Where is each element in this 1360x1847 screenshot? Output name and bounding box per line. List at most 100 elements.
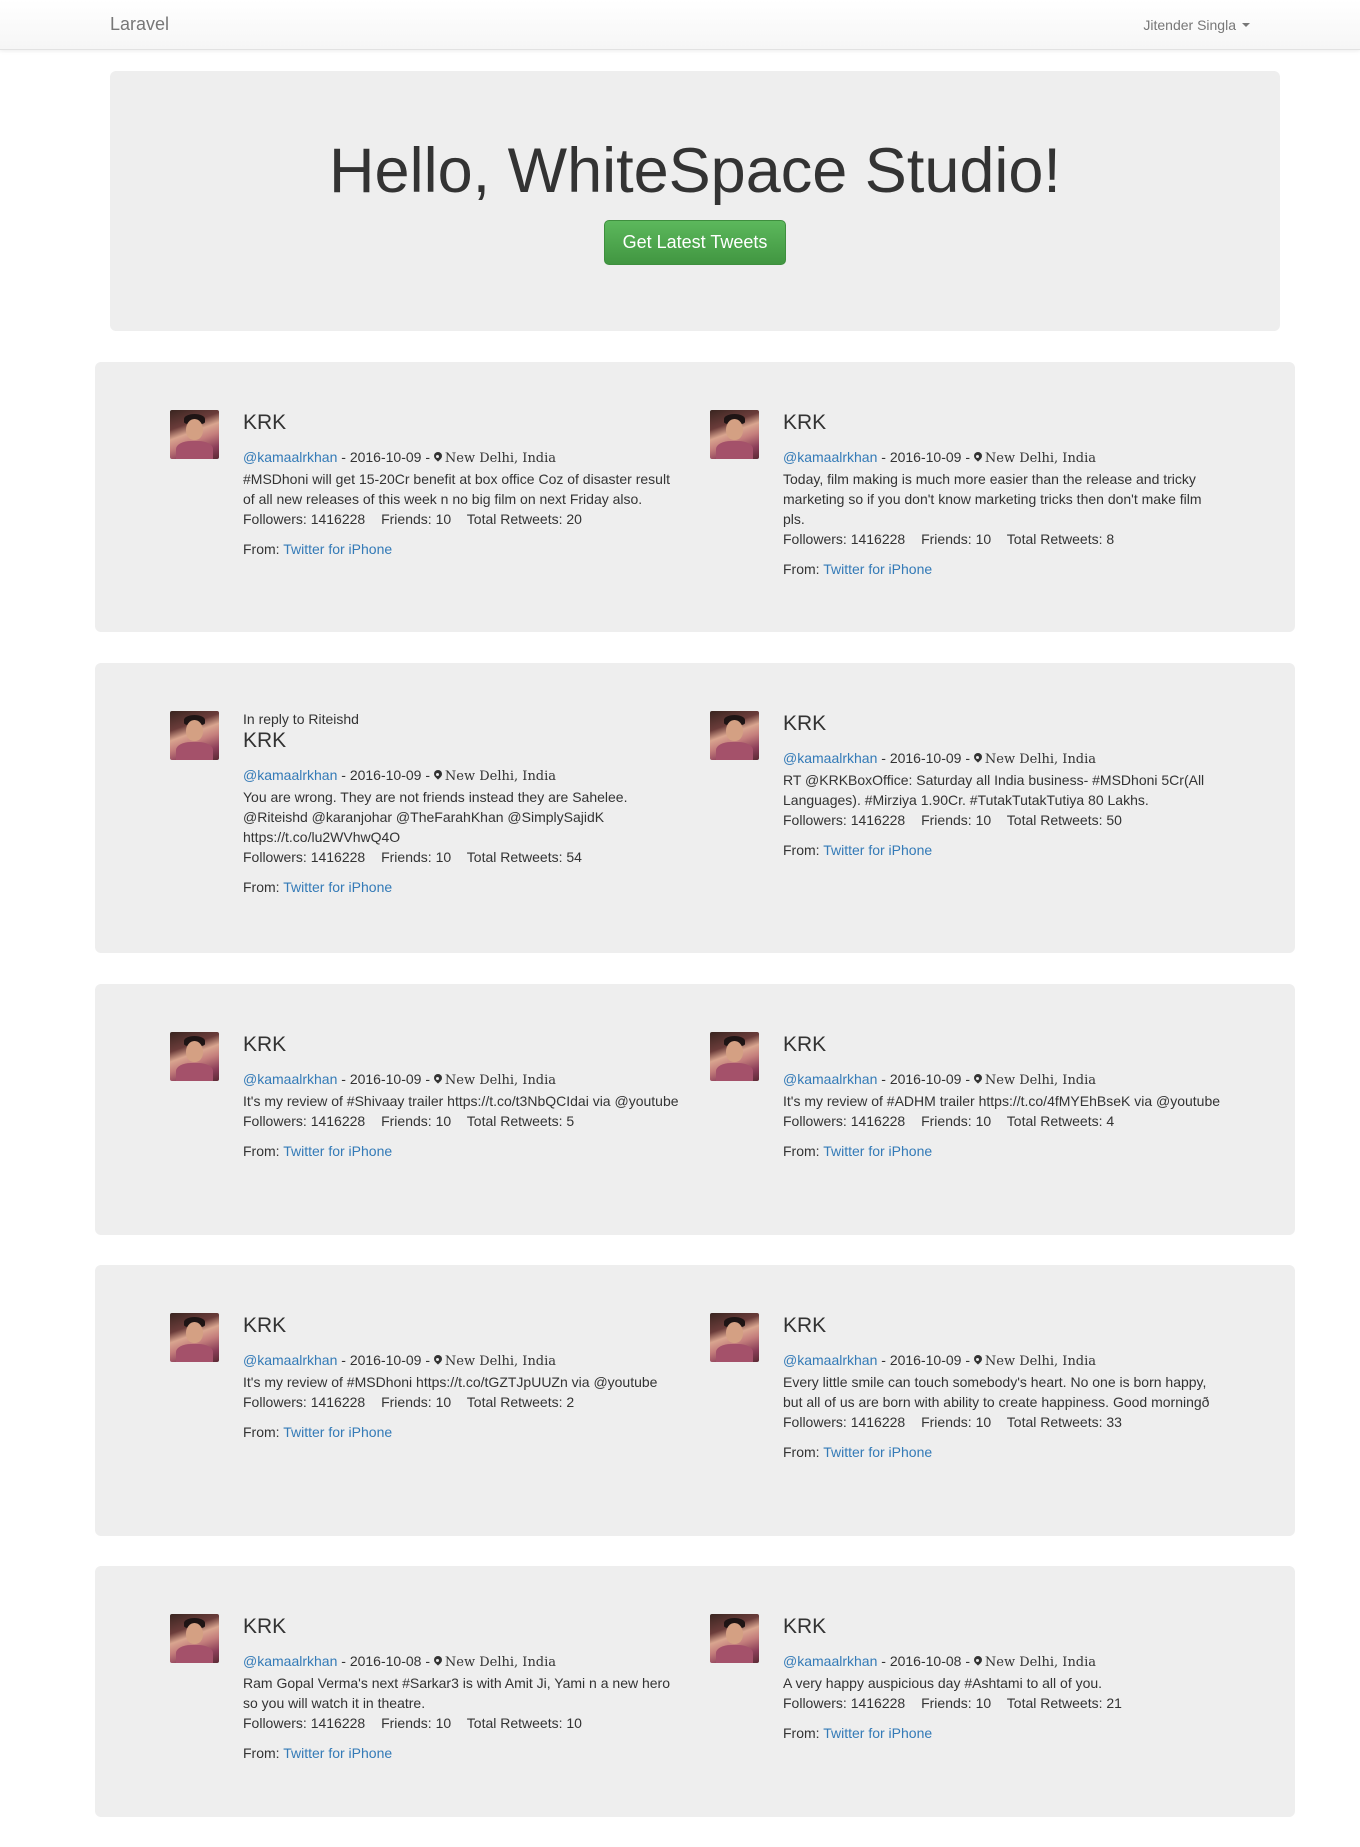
friends-label: Friends: <box>381 511 432 527</box>
source-link[interactable]: Twitter for iPhone <box>823 842 932 858</box>
avatar <box>170 410 219 459</box>
tweet-text: You are wrong. They are not friends inst… <box>243 789 628 845</box>
source-link[interactable]: Twitter for iPhone <box>823 1444 932 1460</box>
friends-label: Friends: <box>381 1394 432 1410</box>
user-name: Jitender Singla <box>1143 17 1236 33</box>
meta-separator: - <box>877 1653 890 1669</box>
source-link[interactable]: Twitter for iPhone <box>283 879 392 895</box>
author-name: KRK <box>783 1615 827 1638</box>
retweets-stat: Total Retweets: 54 <box>467 849 582 865</box>
map-marker-icon <box>434 452 442 463</box>
friends-stat: Friends: 10 <box>921 1414 991 1430</box>
tweet-meta: @kamaalrkhan - 2016-10-08 - New Delhi, I… <box>783 1651 1223 1673</box>
map-marker-icon <box>974 753 982 764</box>
retweets-count: 2 <box>566 1394 575 1410</box>
followers-label: Followers: <box>783 1113 847 1129</box>
meta-separator: - <box>337 1352 350 1368</box>
source-label: From: <box>243 879 280 895</box>
author-handle-link[interactable]: @kamaalrkhan <box>783 750 877 766</box>
source-link[interactable]: Twitter for iPhone <box>283 541 392 557</box>
friends-count: 10 <box>975 1414 992 1430</box>
meta-separator: - <box>961 1352 974 1368</box>
tweet-text: A very happy auspicious day #Ashtami to … <box>783 1675 1103 1691</box>
tweet-meta: @kamaalrkhan - 2016-10-09 - New Delhi, I… <box>243 447 683 469</box>
tweet-row: In reply to Riteishd KRK @kamaalrkhan - … <box>95 663 1295 953</box>
meta-separator: - <box>961 449 974 465</box>
retweets-label: Total Retweets: <box>466 1394 563 1410</box>
map-marker-icon <box>434 770 442 781</box>
retweets-count: 21 <box>1106 1695 1122 1711</box>
retweets-stat: Total Retweets: 10 <box>467 1715 582 1731</box>
source-link[interactable]: Twitter for iPhone <box>283 1745 392 1761</box>
source-link[interactable]: Twitter for iPhone <box>823 1725 932 1741</box>
source-link[interactable]: Twitter for iPhone <box>823 561 932 577</box>
retweets-count: 10 <box>566 1715 582 1731</box>
author-name: KRK <box>243 411 287 434</box>
retweets-label: Total Retweets: <box>1006 1414 1103 1430</box>
tweet-meta: @kamaalrkhan - 2016-10-09 - New Delhi, I… <box>243 1350 683 1372</box>
friends-count: 10 <box>975 812 992 828</box>
friends-label: Friends: <box>921 812 972 828</box>
friends-count: 10 <box>975 1113 992 1129</box>
author-handle-link[interactable]: @kamaalrkhan <box>783 1653 877 1669</box>
retweets-stat: Total Retweets: 8 <box>1007 531 1114 547</box>
friends-label: Friends: <box>921 531 972 547</box>
meta-separator: - <box>421 449 434 465</box>
tweet-source: From: Twitter for iPhone <box>783 840 1223 860</box>
tweet-date: 2016-10-09 <box>889 1352 962 1368</box>
tweet-date: 2016-10-09 <box>349 767 422 783</box>
friends-label: Friends: <box>921 1414 972 1430</box>
tweet-meta: @kamaalrkhan - 2016-10-09 - New Delhi, I… <box>243 765 683 787</box>
tweet-row: KRK @kamaalrkhan - 2016-10-09 - New Delh… <box>95 362 1295 632</box>
meta-separator: - <box>337 1653 350 1669</box>
author-handle-link[interactable]: @kamaalrkhan <box>783 1071 877 1087</box>
retweets-stat: Total Retweets: 21 <box>1007 1695 1122 1711</box>
source-link[interactable]: Twitter for iPhone <box>283 1143 392 1159</box>
tweet-text: RT @KRKBoxOffice: Saturday all India bus… <box>783 772 1205 808</box>
avatar <box>710 410 759 459</box>
source-label: From: <box>243 541 280 557</box>
tweet-date: 2016-10-09 <box>889 750 962 766</box>
followers-label: Followers: <box>243 1715 307 1731</box>
friends-stat: Friends: 10 <box>381 849 451 865</box>
tweet-row: KRK @kamaalrkhan - 2016-10-08 - New Delh… <box>95 1566 1295 1817</box>
tweet-meta: @kamaalrkhan - 2016-10-09 - New Delhi, I… <box>243 1069 683 1091</box>
friends-count: 10 <box>435 1394 452 1410</box>
navbar: Laravel Jitender Singla <box>0 0 1360 50</box>
source-label: From: <box>783 1143 820 1159</box>
friends-count: 10 <box>435 1715 452 1731</box>
map-marker-icon <box>434 1656 442 1667</box>
followers-count: 1416228 <box>310 1715 366 1731</box>
brand-link[interactable]: Laravel <box>110 14 169 35</box>
tweet-location: New Delhi, India <box>444 1073 557 1088</box>
tweet-source: From: Twitter for iPhone <box>783 1442 1223 1462</box>
followers-stat: Followers: 1416228 <box>243 511 365 527</box>
author-handle-link[interactable]: @kamaalrkhan <box>783 449 877 465</box>
author-handle-link[interactable]: @kamaalrkhan <box>243 1653 337 1669</box>
tweet-date: 2016-10-09 <box>349 1071 422 1087</box>
author-handle-link[interactable]: @kamaalrkhan <box>783 1352 877 1368</box>
tweet-text: It's my review of #ADHM trailer https://… <box>783 1093 1221 1109</box>
tweet-date: 2016-10-08 <box>349 1653 422 1669</box>
source-link[interactable]: Twitter for iPhone <box>823 1143 932 1159</box>
author-handle-link[interactable]: @kamaalrkhan <box>243 449 337 465</box>
author-handle-link[interactable]: @kamaalrkhan <box>243 1352 337 1368</box>
retweets-label: Total Retweets: <box>1006 531 1103 547</box>
get-latest-tweets-button[interactable]: Get Latest Tweets <box>603 220 787 265</box>
tweet-date: 2016-10-08 <box>889 1653 962 1669</box>
friends-stat: Friends: 10 <box>381 1394 451 1410</box>
retweets-stat: Total Retweets: 5 <box>467 1113 574 1129</box>
avatar <box>170 1313 219 1362</box>
map-marker-icon <box>974 452 982 463</box>
tweet-stats: Followers: 1416228 Friends: 10 Total Ret… <box>243 1111 683 1131</box>
source-link[interactable]: Twitter for iPhone <box>283 1424 392 1440</box>
tweet-stats: Followers: 1416228 Friends: 10 Total Ret… <box>783 529 1223 549</box>
retweets-label: Total Retweets: <box>466 1715 563 1731</box>
author-handle-link[interactable]: @kamaalrkhan <box>243 1071 337 1087</box>
author-handle-link[interactable]: @kamaalrkhan <box>243 767 337 783</box>
page-title: Hello, WhiteSpace Studio! <box>329 136 1061 206</box>
tweet-meta: @kamaalrkhan - 2016-10-09 - New Delhi, I… <box>783 1069 1223 1091</box>
tweet-meta: @kamaalrkhan - 2016-10-09 - New Delhi, I… <box>783 748 1223 770</box>
user-dropdown[interactable]: Jitender Singla <box>1143 17 1250 33</box>
followers-count: 1416228 <box>850 1695 906 1711</box>
